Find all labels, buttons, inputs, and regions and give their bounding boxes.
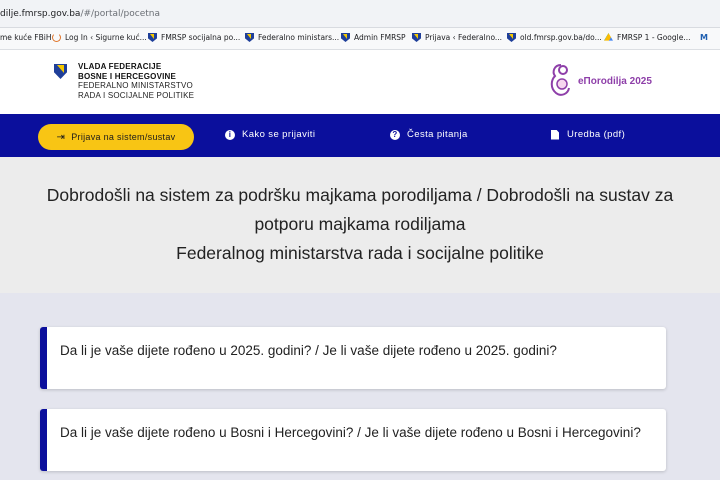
shield-icon	[412, 33, 421, 42]
nav-how-to-label: Kako se prijaviti	[242, 129, 316, 140]
login-icon: ⇥	[56, 131, 66, 143]
bookmark-item[interactable]: me kuće FBiH	[0, 33, 51, 42]
drive-icon	[604, 33, 613, 41]
question-icon: ?	[390, 129, 400, 140]
bookmark-label: Prijava ‹ Federalno...	[425, 33, 503, 42]
nav-how-to-login[interactable]: i Kako se prijaviti	[225, 129, 315, 140]
app-brand-name[interactable]: eПorodilja 2025	[578, 76, 652, 87]
mother-child-logo-icon	[550, 64, 570, 96]
question-card-birth-year[interactable]: Da li je vaše dijete rođeno u 2025. godi…	[40, 327, 666, 389]
gov-line-3: FEDERALNO MINISTARSTVO	[78, 81, 193, 90]
info-icon: i	[225, 129, 235, 140]
bookmark-label: Federalno ministars...	[258, 33, 340, 42]
bookmark-label: FMRSP socijalna po...	[161, 33, 241, 42]
bookmark-item[interactable]: Federalno ministars...	[245, 33, 339, 42]
nav-faq-label: Česta pitanja	[407, 129, 468, 140]
bookmark-item[interactable]: M	[700, 33, 712, 42]
nav-regulation-label: Uredba (pdf)	[567, 129, 626, 140]
question-card-birth-place[interactable]: Da li je vaše dijete rođeno u Bosni i He…	[40, 409, 666, 471]
shield-icon	[507, 33, 516, 42]
bookmark-item[interactable]: FMRSP 1 - Google...	[604, 33, 691, 42]
bookmark-label: me kuće FBiH	[0, 33, 52, 42]
url-path: /#/portal/pocetna	[80, 9, 161, 19]
url-text[interactable]: dilje.fmrsp.gov.ba/#/portal/pocetna	[0, 9, 160, 19]
question-text: Da li je vaše dijete rođeno u 2025. godi…	[60, 343, 557, 358]
bookmark-label: old.fmrsp.gov.ba/do...	[520, 33, 602, 42]
gov-line-1: VLADA FEDERACIJE	[78, 62, 162, 71]
url-host: dilje.fmrsp.gov.ba	[0, 9, 81, 19]
welcome-line-3: Federalnog ministarstva rada i socijalne…	[176, 243, 544, 263]
ms-icon: M	[700, 33, 708, 42]
welcome-line-2: potporu majkama rodiljama	[254, 214, 466, 234]
shield-icon	[341, 33, 350, 42]
browser-url-bar[interactable]: dilje.fmrsp.gov.ba/#/portal/pocetna	[0, 0, 720, 28]
bookmark-item[interactable]: Admin FMRSP	[341, 33, 406, 42]
nav-regulation-pdf[interactable]: Uredba (pdf)	[551, 129, 625, 140]
bookmark-label: Admin FMRSP	[354, 33, 406, 42]
gov-line-4: RADA I SOCIJALNE POLITIKE	[78, 90, 195, 100]
gov-line-2: BOSNE I HERCEGOVINE	[78, 71, 177, 81]
bookmark-item[interactable]: Log In ‹ Sigurne kuć...	[52, 33, 147, 42]
welcome-title: Dobrodošli na sistem za podršku majkama …	[0, 181, 720, 268]
bookmark-item[interactable]: Prijava ‹ Federalno...	[412, 33, 502, 42]
login-button-label: Prijava na sistem/sustav	[71, 132, 176, 142]
document-icon	[551, 129, 559, 140]
question-text: Da li je vaše dijete rođeno u Bosni i He…	[60, 425, 641, 440]
bookmarks-bar: me kuće FBiH Log In ‹ Sigurne kuć... FMR…	[0, 28, 720, 50]
bookmark-label: Log In ‹ Sigurne kuć...	[65, 33, 147, 42]
bookmark-item[interactable]: FMRSP socijalna po...	[148, 33, 240, 42]
shield-icon	[245, 33, 254, 42]
bookmark-item[interactable]: old.fmrsp.gov.ba/do...	[507, 33, 602, 42]
shield-icon	[148, 33, 157, 42]
login-button[interactable]: ⇥ Prijava na sistem/sustav	[38, 124, 194, 150]
government-logo-text[interactable]: VLADA FEDERACIJE BOSNE I HERCEGOVINE FED…	[78, 62, 194, 100]
reload-icon	[52, 33, 61, 42]
nav-faq[interactable]: ? Česta pitanja	[390, 129, 468, 140]
bookmark-label: FMRSP 1 - Google...	[617, 33, 691, 42]
welcome-line-1: Dobrodošli na sistem za podršku majkama …	[46, 185, 674, 205]
